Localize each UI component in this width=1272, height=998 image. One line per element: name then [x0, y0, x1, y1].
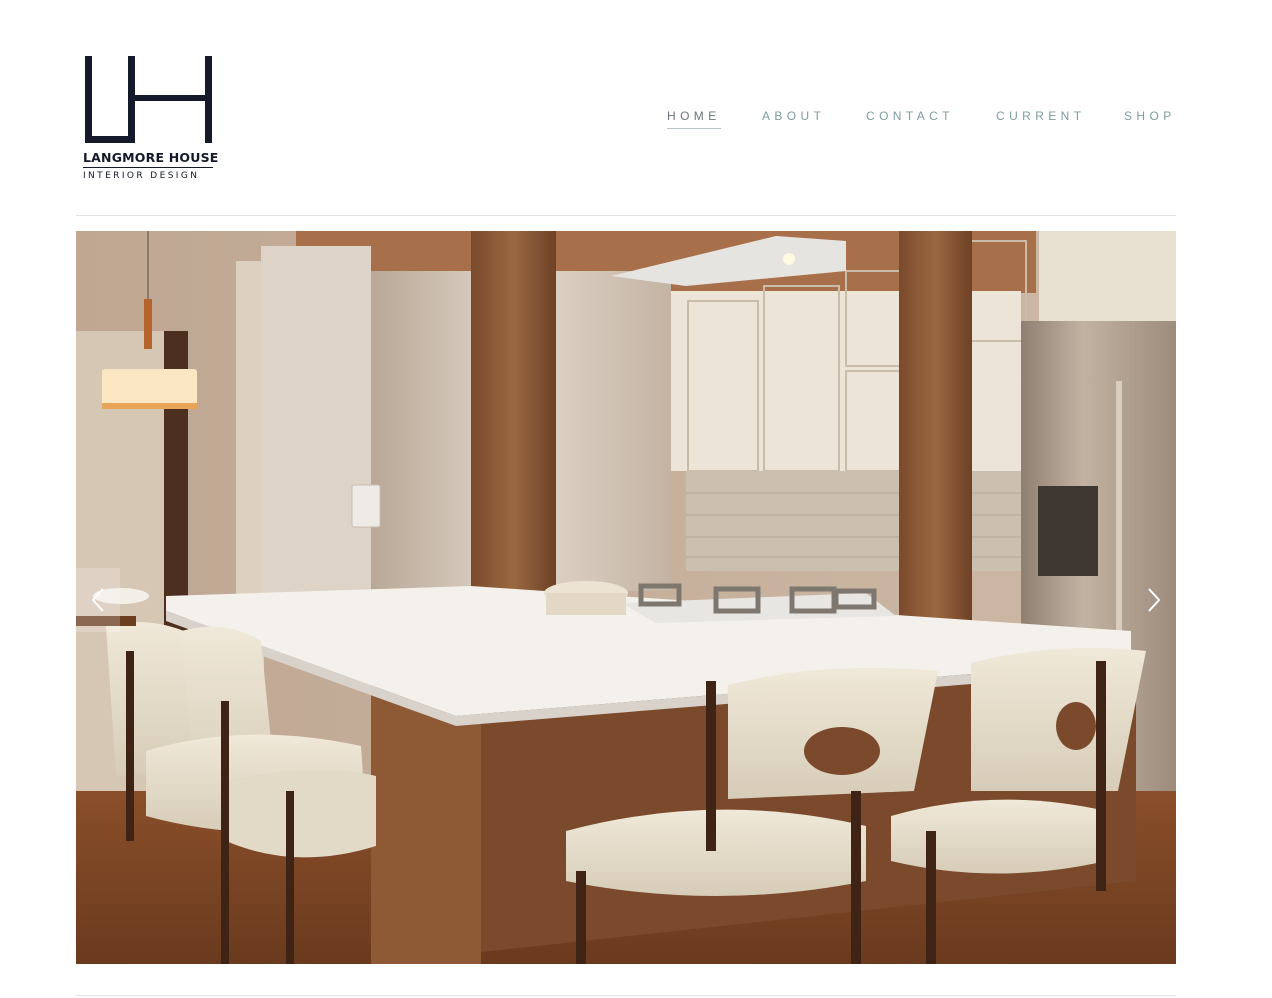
brand-name: LANGMORE HOUSE [83, 150, 219, 165]
brand-tagline: INTERIOR DESIGN [83, 171, 200, 181]
nav-home[interactable]: HOME [667, 109, 721, 129]
nav-about[interactable]: ABOUT [762, 109, 825, 128]
kitchen-photo [76, 231, 1176, 964]
nav-shop[interactable]: SHOP [1124, 109, 1176, 128]
header-divider [76, 215, 1176, 216]
logo-divider [83, 167, 213, 168]
nav-current[interactable]: CURRENT [996, 109, 1085, 128]
nav-contact[interactable]: CONTACT [866, 109, 954, 128]
slider-next-button[interactable] [1132, 568, 1176, 632]
chevron-left-icon [91, 588, 104, 612]
chevron-right-icon [1148, 588, 1161, 612]
main-nav: HOME ABOUT CONTACT CURRENT SHOP [0, 109, 1272, 133]
content-divider [76, 995, 1176, 996]
slider-prev-button[interactable] [76, 568, 120, 632]
hero-slider[interactable] [76, 231, 1176, 964]
